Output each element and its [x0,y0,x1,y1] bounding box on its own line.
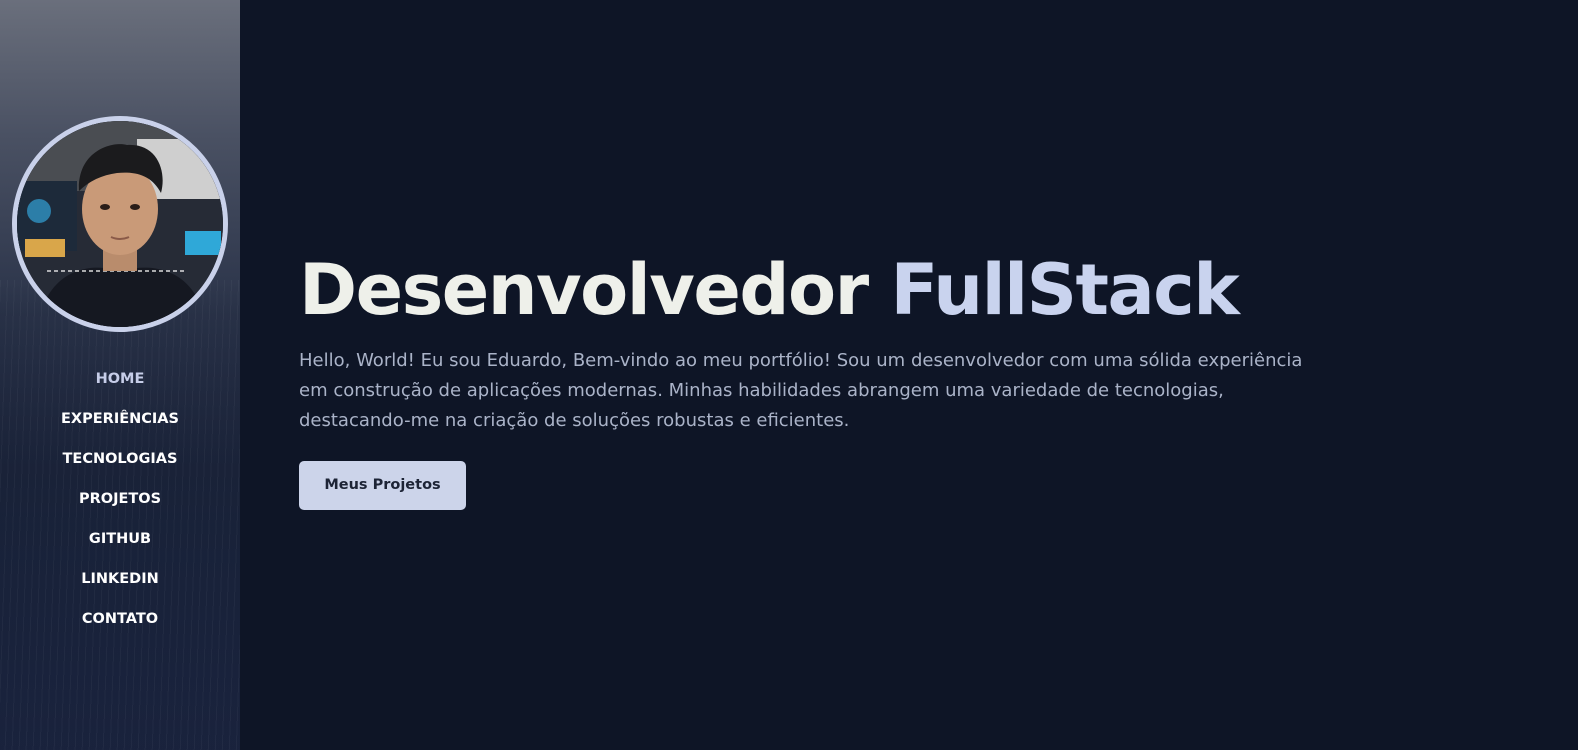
nav-item-contato[interactable]: CONTATO [0,608,240,648]
hero-title-main: Desenvolvedor [299,249,891,331]
nav-item-tecnologias[interactable]: TECNOLOGIAS [0,448,240,488]
nav-item-github[interactable]: GITHUB [0,528,240,568]
sidebar-nav: HOME EXPERIÊNCIAS TECNOLOGIAS PROJETOS G… [0,368,240,648]
nav-item-linkedin[interactable]: LINKEDIN [0,568,240,608]
profile-photo [17,121,223,327]
my-projects-button[interactable]: Meus Projetos [299,461,466,510]
nav-item-home[interactable]: HOME [0,368,240,408]
nav-item-experiencias[interactable]: EXPERIÊNCIAS [0,408,240,448]
hero-intro-text: Hello, World! Eu sou Eduardo, Bem-vindo … [299,350,1303,431]
hero-title: Desenvolvedor FullStack [299,248,1359,332]
sidebar: HOME EXPERIÊNCIAS TECNOLOGIAS PROJETOS G… [0,0,240,750]
profile-avatar [12,116,228,332]
hero-title-accent: FullStack [890,249,1239,331]
nav-item-projetos[interactable]: PROJETOS [0,488,240,528]
hero-section: Desenvolvedor FullStack Hello, World! Eu… [299,248,1359,510]
